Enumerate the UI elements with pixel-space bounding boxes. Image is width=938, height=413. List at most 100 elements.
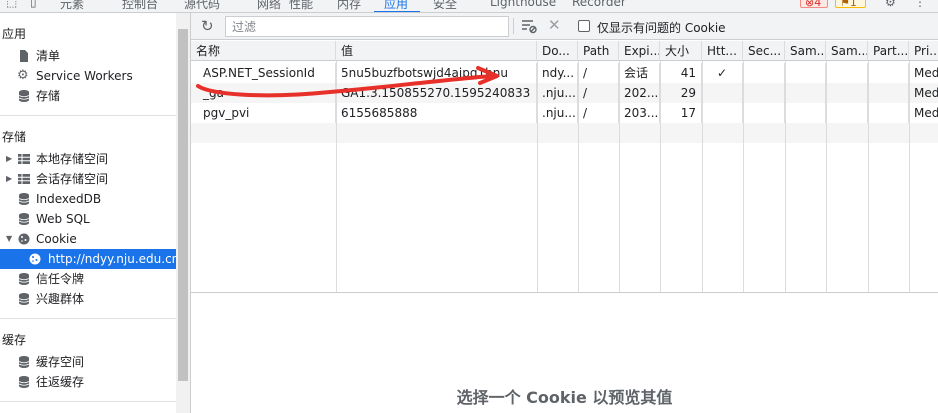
column-divider: [702, 61, 703, 293]
sidebar-item-cache-storage[interactable]: 缓存空间: [0, 352, 176, 372]
column-divider: [578, 61, 579, 293]
column-header-name[interactable]: 名称: [191, 41, 336, 61]
tab-elements[interactable]: 元素: [60, 0, 84, 12]
file-icon: [20, 50, 28, 62]
inspect-element-icon[interactable]: ⬚: [6, 0, 17, 9]
column-header-secure[interactable]: Sec...: [743, 41, 785, 61]
more-options-icon[interactable]: ⋮: [914, 0, 926, 9]
cell-secure: [743, 83, 785, 103]
cell-expires: 会话: [619, 63, 660, 83]
tab-security[interactable]: 安全: [433, 0, 457, 12]
column-header-priority[interactable]: Pri...: [909, 41, 938, 61]
sidebar-item-label: 清单: [36, 49, 61, 63]
cell-samesite: [785, 83, 826, 103]
cell-path: /: [578, 83, 619, 103]
cell-partition-key: [868, 63, 909, 83]
expand-arrow-icon[interactable]: ▶: [6, 169, 12, 189]
cookie-table: 名称 值 Do... Path Expi... 大小 Htt... Sec...…: [191, 41, 938, 293]
column-header-domain[interactable]: Do...: [537, 41, 578, 61]
sidebar-item-manifest[interactable]: 清单: [0, 46, 176, 66]
cell-size: 29: [660, 83, 702, 103]
tab-recorder[interactable]: Recorder: [572, 0, 626, 9]
grid-icon: [18, 154, 30, 164]
cell-path: /: [578, 103, 619, 123]
sidebar-scrollbar[interactable]: [176, 13, 190, 413]
column-header-size[interactable]: 大小: [660, 41, 702, 61]
sidebar-item-storage-overview[interactable]: 存储: [0, 86, 176, 106]
filter-input[interactable]: [226, 17, 496, 36]
sidebar-item-label: 会话存储空间: [36, 172, 109, 186]
database-icon: [18, 193, 30, 205]
error-count-badge[interactable]: ⊗4: [800, 0, 828, 9]
cell-httponly: [702, 103, 743, 123]
column-header-path[interactable]: Path: [578, 41, 619, 61]
warning-count-badge[interactable]: ⚑1: [835, 0, 866, 9]
cell-size: 41: [660, 63, 702, 83]
sidebar-item-label: http://ndyy.nju.edu.cn: [48, 252, 176, 266]
sidebar-item-local-storage[interactable]: ▶ 本地存储空间: [0, 149, 176, 169]
cell-priority: Med: [914, 106, 938, 120]
sidebar-item-trust-tokens[interactable]: 信任令牌: [0, 269, 176, 289]
column-header-httponly[interactable]: Htt...: [702, 41, 743, 61]
column-header-expires[interactable]: Expi...: [619, 41, 660, 61]
preview-placeholder-message: 选择一个 Cookie 以预览其值: [456, 388, 673, 407]
database-icon: [18, 273, 30, 285]
cell-priority: Med: [914, 86, 938, 100]
device-toolbar-icon[interactable]: ▯: [30, 0, 37, 9]
cell-expires: 202...: [619, 83, 660, 103]
cell-partition-key: [868, 83, 909, 103]
sidebar-item-cookies[interactable]: ▼ Cookie: [0, 229, 176, 249]
cell-expires: 203...: [619, 103, 660, 123]
sidebar-item-web-sql[interactable]: Web SQL: [0, 209, 176, 229]
cell-value: 6155685888: [336, 103, 537, 123]
column-divider: [909, 61, 910, 293]
tab-memory[interactable]: 内存: [337, 0, 361, 12]
cell-name: _ga: [191, 83, 336, 103]
cell-domain: .nju....: [537, 83, 578, 103]
sidebar-divider: [0, 318, 176, 319]
devtools-tab-strip: ⬚ ▯ 元素 控制台 源代码 网络 性能 内存 应用 安全 Lighthouse…: [0, 0, 938, 13]
application-sidebar: 应用 清单 ⚙ Service Workers 存储 存储 ▶ 本地存储空间 ▶…: [0, 13, 176, 413]
delete-selected-icon[interactable]: ✕: [548, 16, 561, 34]
toolbar-divider: [513, 18, 514, 34]
database-icon: [18, 213, 30, 225]
gear-icon: ⚙: [17, 68, 29, 83]
column-header-samesite[interactable]: Sam...: [785, 41, 826, 61]
tab-sources[interactable]: 源代码: [184, 0, 220, 12]
section-header-storage: 存储: [2, 130, 27, 144]
column-divider: [619, 61, 620, 293]
sidebar-item-service-workers[interactable]: ⚙ Service Workers: [0, 66, 176, 86]
settings-gear-icon[interactable]: ⚙: [885, 0, 896, 9]
sidebar-item-back-forward-cache[interactable]: 往返缓存: [0, 372, 176, 392]
tab-console[interactable]: 控制台: [122, 0, 158, 12]
sidebar-item-interest-groups[interactable]: 兴趣群体: [0, 289, 176, 309]
database-icon: [18, 293, 30, 305]
sidebar-item-session-storage[interactable]: ▶ 会话存储空间: [0, 169, 176, 189]
section-header-cache: 缓存: [2, 333, 27, 347]
error-count: 4: [814, 0, 822, 9]
column-header-sameparty[interactable]: Sam...: [826, 41, 868, 61]
tab-network[interactable]: 网络: [257, 0, 281, 12]
sidebar-scrollbar-thumb[interactable]: [178, 29, 188, 381]
column-divider: [660, 61, 661, 293]
cell-secure: [743, 63, 785, 83]
cell-value: 5nu5buzfbotswjd4aipq1bnu: [336, 63, 537, 83]
expand-arrow-icon[interactable]: ▶: [6, 149, 12, 169]
filter-box[interactable]: [225, 16, 509, 37]
collapse-arrow-icon[interactable]: ▼: [6, 229, 12, 249]
clear-filtered-cookies-icon[interactable]: [521, 18, 537, 34]
sidebar-item-indexeddb[interactable]: IndexedDB: [0, 189, 176, 209]
tab-lighthouse[interactable]: Lighthouse: [490, 0, 556, 9]
cell-domain: .nju....: [537, 103, 578, 123]
refresh-icon[interactable]: ↻: [201, 18, 217, 34]
column-divider: [743, 61, 744, 293]
sidebar-item-cookie-origin[interactable]: http://ndyy.nju.edu.cn: [0, 249, 176, 269]
cell-name: ASP.NET_SessionId: [191, 63, 336, 83]
column-header-value[interactable]: 值: [336, 41, 537, 61]
tab-performance[interactable]: 性能: [289, 0, 313, 12]
database-icon: [18, 356, 30, 368]
cell-httponly: ✓: [702, 63, 743, 83]
only-issues-checkbox[interactable]: [578, 20, 590, 32]
column-divider: [826, 61, 827, 293]
column-header-partition-key[interactable]: Part...: [868, 41, 909, 61]
